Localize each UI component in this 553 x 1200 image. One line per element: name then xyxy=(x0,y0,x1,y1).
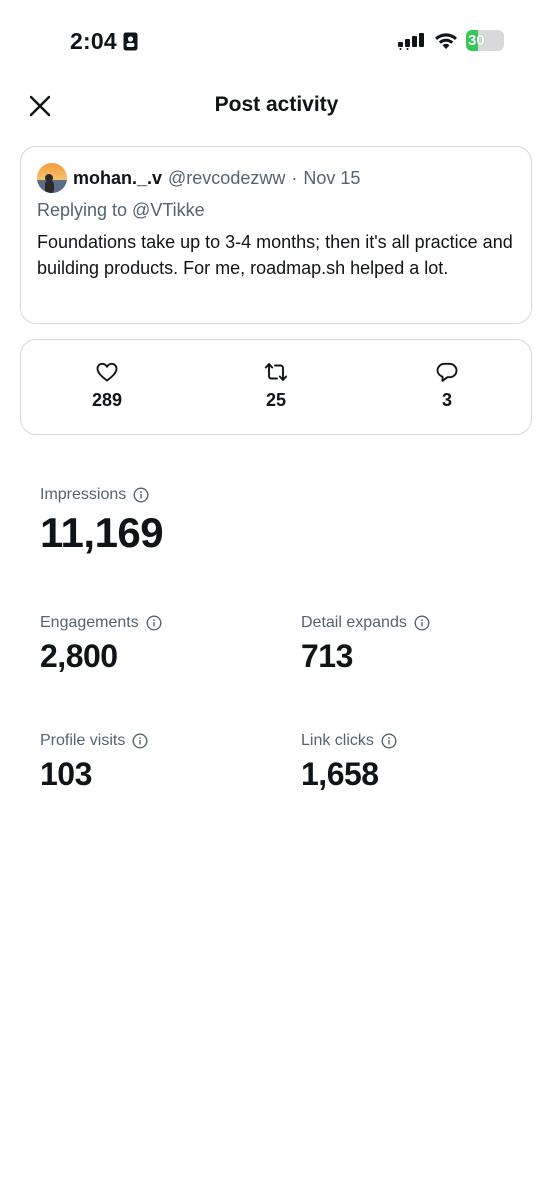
avatar-image xyxy=(37,163,67,193)
author-name[interactable]: mohan._.v xyxy=(73,168,162,189)
engagements-label-row: Engagements xyxy=(40,614,162,632)
likes-stat[interactable]: 289 xyxy=(57,360,157,411)
link-clicks-label-row: Link clicks xyxy=(301,732,397,750)
battery-level: 30 xyxy=(468,32,485,49)
info-icon[interactable] xyxy=(146,615,162,631)
avatar[interactable] xyxy=(37,163,67,193)
meta-separator: · xyxy=(291,167,298,188)
profile-visits-value: 103 xyxy=(40,756,92,792)
likes-count: 289 xyxy=(91,390,123,410)
engagements-label: Engagements xyxy=(40,614,139,631)
link-clicks-value: 1,658 xyxy=(301,756,379,792)
tweet-date[interactable]: Nov 15 xyxy=(303,168,360,189)
link-clicks-label: Link clicks xyxy=(301,732,374,749)
profile-visits-metric: Profile visits 103 xyxy=(40,732,148,793)
heart-icon xyxy=(96,362,118,382)
status-time-group: 2:04 xyxy=(70,28,138,55)
author-handle[interactable]: @revcodezww xyxy=(168,168,285,189)
info-icon[interactable] xyxy=(133,487,149,503)
impressions-metric: Impressions 11,169 xyxy=(40,486,164,557)
status-bar: 2:04 30 xyxy=(0,0,553,80)
replies-count: 3 xyxy=(441,390,452,410)
detail-expands-value: 713 xyxy=(301,638,353,674)
nav-header: Post activity xyxy=(0,80,553,132)
wifi-icon xyxy=(435,32,457,49)
info-icon[interactable] xyxy=(132,733,148,749)
detail-expands-metric: Detail expands 713 xyxy=(301,614,430,675)
status-time: 2:04 xyxy=(70,28,117,54)
profile-visits-label-row: Profile visits xyxy=(40,732,148,750)
engagements-metric: Engagements 2,800 xyxy=(40,614,162,675)
link-clicks-metric: Link clicks 1,658 xyxy=(301,732,397,793)
profile-visits-label: Profile visits xyxy=(40,732,126,749)
tweet-text: Foundations take up to 3-4 months; then … xyxy=(37,232,513,278)
replying-to: Replying to @VTikke xyxy=(37,200,205,220)
engagement-summary-card: 289 25 3 xyxy=(20,339,532,435)
info-icon[interactable] xyxy=(381,733,397,749)
cellular-signal-icon xyxy=(398,32,424,50)
tweet-header: mohan._.v @revcodezww · Nov 15 xyxy=(37,163,515,193)
page-title: Post activity xyxy=(214,93,339,116)
reposts-count: 25 xyxy=(265,390,287,410)
replies-stat[interactable]: 3 xyxy=(397,360,497,411)
detail-expands-label-row: Detail expands xyxy=(301,614,430,632)
impressions-label: Impressions xyxy=(40,486,127,503)
id-card-icon xyxy=(123,32,138,51)
impressions-value: 11,169 xyxy=(40,509,164,556)
info-icon[interactable] xyxy=(414,615,430,631)
impressions-label-row: Impressions xyxy=(40,486,163,504)
battery-icon: 30 xyxy=(466,30,504,51)
detail-expands-label: Detail expands xyxy=(301,614,407,631)
tweet-card[interactable]: mohan._.v @revcodezww · Nov 15 Replying … xyxy=(20,146,532,324)
battery-group: 30 xyxy=(466,30,504,51)
status-indicators: 30 xyxy=(398,30,504,51)
reposts-stat[interactable]: 25 xyxy=(226,360,326,411)
repost-icon xyxy=(264,363,288,381)
reply-icon xyxy=(436,362,458,382)
engagements-value: 2,800 xyxy=(40,638,118,674)
